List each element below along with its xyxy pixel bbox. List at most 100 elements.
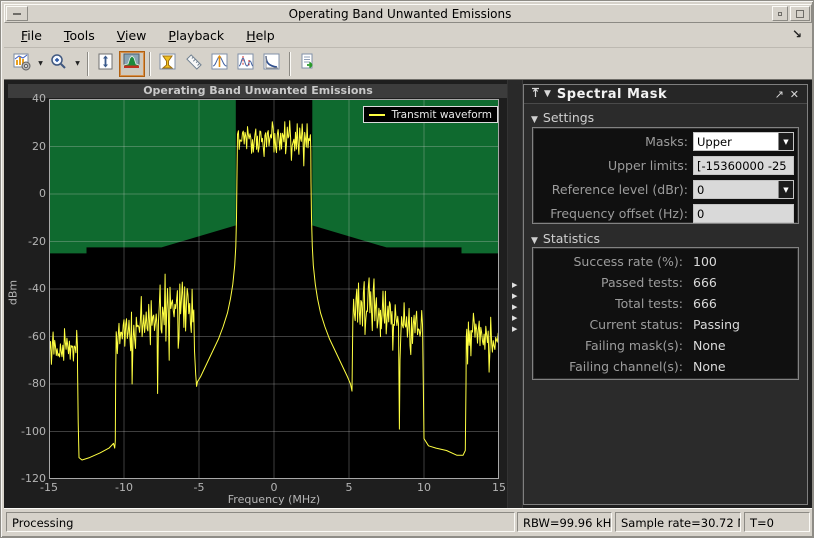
success-rate-value: 100 xyxy=(693,254,717,269)
plot-title: Operating Band Unwanted Emissions xyxy=(8,84,508,98)
menu-tools[interactable]: Tools xyxy=(53,25,106,46)
cursor-measurements-icon xyxy=(159,53,177,75)
masks-dropdown[interactable]: Upper▼ xyxy=(693,132,794,151)
upper-limits-label: Upper limits: xyxy=(535,158,688,173)
x-axis-label: Frequency (MHz) xyxy=(49,493,499,506)
total-tests-value: 666 xyxy=(693,296,717,311)
zoom-in-dropdown-caret[interactable]: ▼ xyxy=(72,51,83,77)
legend-entry-label: Transmit waveform xyxy=(391,109,492,121)
dropdown-arrow-icon[interactable]: ▼ xyxy=(778,133,793,150)
panel-header: ▼ Spectral Mask ↗ ✕ xyxy=(524,85,807,104)
fit-to-view-button[interactable] xyxy=(93,51,119,77)
settings-section-header[interactable]: ▼Settings xyxy=(531,110,594,125)
splitter-expand-arrow[interactable]: ▶ xyxy=(512,291,517,301)
statistics-section-header[interactable]: ▼ Statistics xyxy=(531,231,600,246)
ccdf-button[interactable] xyxy=(259,51,285,77)
ruler-button[interactable] xyxy=(181,51,207,77)
total-tests-label: Total tests: xyxy=(535,296,683,311)
failing-mask-s-label: Failing mask(s): xyxy=(535,338,683,353)
distortion-measurements-icon xyxy=(237,53,255,75)
statistics-group: Success rate (%): 100 Passed tests: 666 Tota… xyxy=(532,247,799,380)
window-menu-icon xyxy=(13,13,21,15)
scope-settings-dropdown-caret[interactable]: ▼ xyxy=(35,51,46,77)
passed-tests-label: Passed tests: xyxy=(535,275,683,290)
failing-channel-s-value: None xyxy=(693,359,726,374)
maximize-icon xyxy=(796,10,804,18)
spectrum-plot xyxy=(49,99,499,479)
menu-help[interactable]: Help xyxy=(235,25,286,46)
cursor-measurements-button[interactable] xyxy=(155,51,181,77)
zoom-in-button[interactable] xyxy=(46,51,72,77)
masks-label: Masks: xyxy=(535,134,688,149)
status-sample-rate: Sample rate=30.72 MHz xyxy=(615,512,741,532)
menu-file[interactable]: File xyxy=(10,25,53,46)
frequency-offset-hz-field[interactable]: 0 xyxy=(693,204,794,223)
menu-view[interactable]: View xyxy=(106,25,158,46)
scope-settings-button[interactable] xyxy=(9,51,35,77)
menu-playback[interactable]: Playback xyxy=(157,25,235,46)
statistics-section-label: Statistics xyxy=(543,231,600,246)
splitter-expand-arrow[interactable]: ▶ xyxy=(512,313,517,323)
settings-group: Masks: Upper▼ Upper limits: [-15360000 -25 R… xyxy=(532,127,799,224)
y-tick-label: 0 xyxy=(14,187,46,200)
failing-channel-s-label: Failing channel(s): xyxy=(535,359,683,374)
statistics-collapse-icon: ▼ xyxy=(531,236,538,246)
maximize-button[interactable] xyxy=(790,6,810,21)
peak-finder-icon xyxy=(211,53,229,75)
current-status-value: Passing xyxy=(693,317,740,332)
export-script-button[interactable] xyxy=(295,51,321,77)
success-rate-label: Success rate (%): xyxy=(535,254,683,269)
scope-area: Operating Band Unwanted Emissions 40 20 0 -… xyxy=(4,79,812,508)
y-tick-label: 40 xyxy=(14,92,46,105)
spectral-mask-icon xyxy=(123,53,141,75)
y-tick-label: 20 xyxy=(14,140,46,153)
y-tick-label: -60 xyxy=(14,330,46,343)
fit-to-view-icon xyxy=(97,53,115,75)
minimize-icon xyxy=(778,12,782,16)
current-status-label: Current status: xyxy=(535,317,683,332)
menu-bar: FileToolsViewPlaybackHelp ↘ xyxy=(4,23,812,48)
undock-icon[interactable]: ↗ xyxy=(775,88,784,101)
toolbar-separator xyxy=(289,52,291,76)
reference-level-dbr-label: Reference level (dBr): xyxy=(535,182,688,197)
panel-title: Spectral Mask xyxy=(557,87,667,102)
pin-icon[interactable] xyxy=(531,87,540,101)
distortion-measurements-button[interactable] xyxy=(233,51,259,77)
close-icon[interactable]: ✕ xyxy=(790,88,799,101)
y-tick-label: -100 xyxy=(14,425,46,438)
splitter-expand-arrow[interactable]: ▶ xyxy=(512,302,517,312)
peak-finder-button[interactable] xyxy=(207,51,233,77)
reference-level-dbr-combo[interactable]: 0▼ xyxy=(693,180,794,199)
settings-section-label: Settings xyxy=(543,110,594,125)
toolbar-separator xyxy=(87,52,89,76)
spectral-mask-panel: ▼ Spectral Mask ↗ ✕ ▼Settings Masks:Uppe… xyxy=(523,84,808,505)
zoom-in-icon xyxy=(50,53,68,75)
splitter-expand-arrow[interactable]: ▶ xyxy=(512,324,517,334)
minimize-button[interactable] xyxy=(772,6,788,21)
status-rbw: RBW=99.96 kHz xyxy=(517,512,612,532)
dropdown-arrow-icon[interactable]: ▼ xyxy=(778,181,793,198)
status-message: Processing xyxy=(6,512,515,532)
splitter-expand-arrow[interactable]: ▶ xyxy=(512,280,517,290)
status-bar: Processing RBW=99.96 kHz Sample rate=30.… xyxy=(4,508,812,536)
legend: Transmit waveform xyxy=(363,106,498,123)
y-tick-label: -20 xyxy=(14,235,46,248)
toolbar-separator xyxy=(149,52,151,76)
dock-arrow-icon[interactable]: ↘ xyxy=(792,27,802,41)
scope-settings-icon xyxy=(13,53,31,75)
panel-splitter[interactable]: ▶▶▶▶▶ xyxy=(507,80,523,508)
spectral-mask-button[interactable] xyxy=(119,51,145,77)
export-script-icon xyxy=(299,53,317,75)
failing-mask-s-value: None xyxy=(693,338,726,353)
window-menu-button[interactable] xyxy=(6,6,28,21)
title-bar: Operating Band Unwanted Emissions xyxy=(4,4,812,23)
ruler-icon xyxy=(185,53,203,75)
y-axis-label: dBm xyxy=(7,270,20,316)
upper-limits-field[interactable]: [-15360000 -25 xyxy=(693,156,794,175)
frequency-offset-hz-label: Frequency offset (Hz): xyxy=(535,206,688,221)
app-window: Operating Band Unwanted Emissions FileTo… xyxy=(0,0,814,538)
status-time: T=0 xyxy=(744,512,810,532)
collapse-icon[interactable]: ▼ xyxy=(544,89,551,99)
passed-tests-value: 666 xyxy=(693,275,717,290)
window-title: Operating Band Unwanted Emissions xyxy=(29,7,771,21)
